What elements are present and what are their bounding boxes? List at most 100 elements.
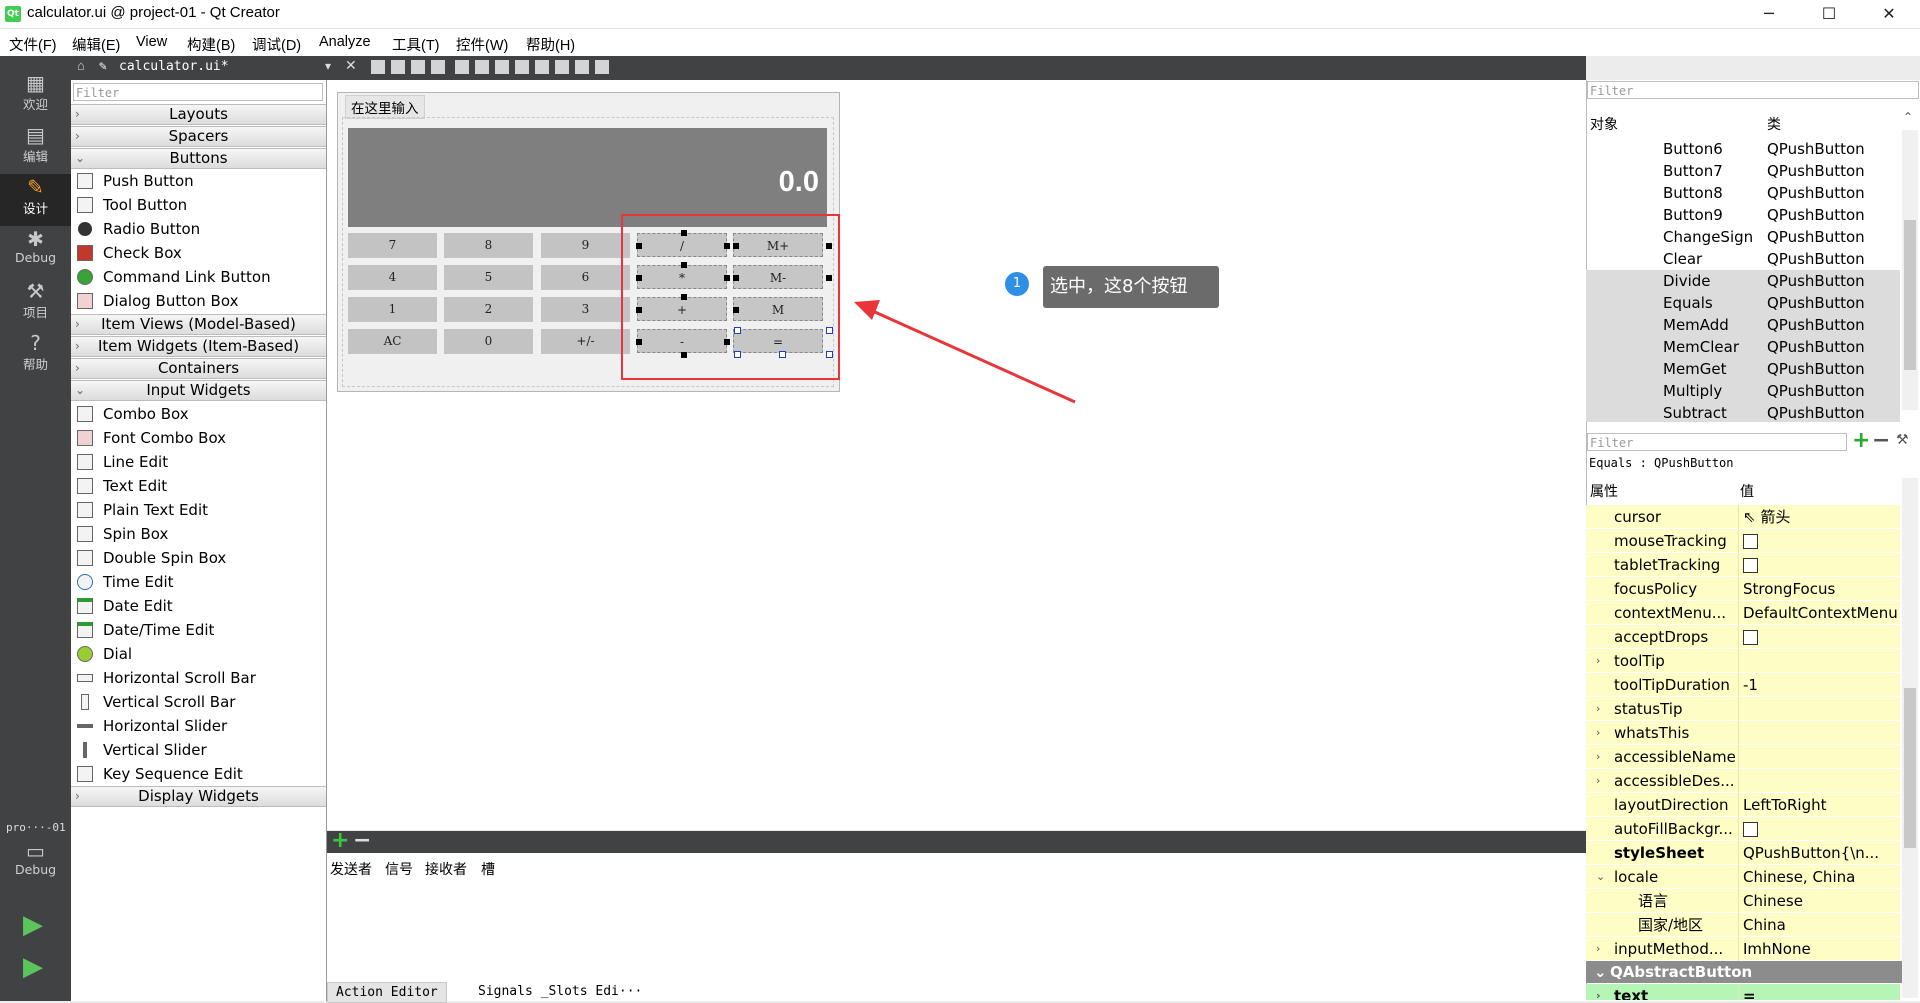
expand-icon[interactable]: › [1596, 769, 1600, 793]
layout-v-splitter-icon[interactable] [515, 60, 529, 74]
edit-buddies-icon[interactable] [411, 60, 425, 74]
object-row-selected[interactable]: MemClear QPushButton [1586, 336, 1900, 358]
maximize-button[interactable]: ☐ [1800, 0, 1858, 28]
object-row[interactable]: Clear QPushButton [1586, 248, 1900, 270]
accept-drops-checkbox[interactable] [1743, 630, 1758, 645]
prop-style-sheet[interactable]: styleSheet QPushButton{\n... [1586, 841, 1900, 865]
scroll-thumb[interactable] [1904, 220, 1916, 370]
category-input-widgets[interactable]: ⌄ Input Widgets [71, 380, 326, 401]
debug-run-icon[interactable]: ▶ [23, 952, 43, 982]
prop-mouse-tracking[interactable]: mouseTracking [1586, 529, 1900, 553]
layout-h-splitter-icon[interactable] [495, 60, 509, 74]
object-filter-input[interactable]: Filter [1587, 81, 1919, 99]
column-class[interactable]: 类 [1767, 114, 1781, 134]
menu-analyze[interactable]: Analyze [319, 34, 371, 50]
tab-action-editor[interactable]: Action Editor [327, 982, 447, 1003]
break-layout-icon[interactable] [575, 60, 589, 74]
expand-icon[interactable]: › [1596, 697, 1600, 721]
minimize-button[interactable]: ─ [1740, 0, 1798, 28]
object-row-selected[interactable]: Equals QPushButton [1586, 292, 1900, 314]
key-5[interactable]: 5 [444, 265, 533, 290]
close-tab-icon[interactable]: ✕ [345, 58, 357, 74]
editor-tab[interactable]: calculator.ui* [119, 59, 229, 74]
layout-horizontal-icon[interactable] [455, 60, 469, 74]
mode-help[interactable]: ? 帮助 [0, 330, 71, 382]
category-item-widgets[interactable]: › Item Widgets (Item-Based) [71, 336, 326, 357]
edit-widgets-icon[interactable] [371, 60, 385, 74]
prop-tablet-tracking[interactable]: tabletTracking [1586, 553, 1900, 577]
prop-tooltip-duration[interactable]: toolTipDuration -1 [1586, 673, 1900, 697]
display-label[interactable]: 0.0 [348, 128, 827, 227]
header-slot[interactable]: 槽 [481, 859, 495, 879]
column-object[interactable]: 对象 [1590, 114, 1618, 134]
object-row-selected[interactable]: MemGet QPushButton [1586, 358, 1900, 380]
key-7[interactable]: 7 [348, 233, 437, 258]
object-row[interactable]: Button9 QPushButton [1586, 204, 1900, 226]
header-signal[interactable]: 信号 [385, 859, 413, 879]
mode-edit[interactable]: ▤ 编辑 [0, 122, 71, 174]
key-clear[interactable]: AC [348, 329, 437, 354]
collapse-icon[interactable]: ⌄ [1594, 961, 1607, 983]
prop-accessible-description[interactable]: › accessibleDes... [1586, 769, 1900, 793]
key-2[interactable]: 2 [444, 297, 533, 322]
category-display-widgets[interactable]: › Display Widgets [71, 786, 326, 807]
close-button[interactable]: ✕ [1860, 0, 1918, 28]
expand-icon[interactable]: › [1596, 721, 1600, 745]
prop-accessible-name[interactable]: › accessibleName [1586, 745, 1900, 769]
mode-debug[interactable]: ✱ Debug [0, 226, 71, 278]
layout-grid-icon[interactable] [555, 60, 569, 74]
edit-signals-icon[interactable] [391, 60, 405, 74]
add-connection-button[interactable]: + [331, 828, 349, 853]
prop-locale[interactable]: ⌄ locale Chinese, China [1586, 865, 1900, 889]
type-here-hint[interactable]: 在这里输入 [345, 95, 425, 119]
prop-status-tip[interactable]: › statusTip [1586, 697, 1900, 721]
mouse-tracking-checkbox[interactable] [1743, 534, 1758, 549]
header-receiver[interactable]: 接收者 [425, 859, 467, 879]
category-layouts[interactable]: › Layouts [71, 104, 326, 125]
prop-whats-this[interactable]: › whatsThis [1586, 721, 1900, 745]
adjust-size-icon[interactable] [595, 60, 609, 74]
prop-country[interactable]: 国家/地区 China [1586, 913, 1900, 937]
menu-tools[interactable]: 工具(T) [392, 34, 440, 55]
remove-connection-button[interactable]: − [353, 828, 371, 853]
key-1[interactable]: 1 [348, 297, 437, 322]
layout-form-icon[interactable] [535, 60, 549, 74]
prop-language[interactable]: 语言 Chinese [1586, 889, 1900, 913]
prop-cursor[interactable]: cursor ⇖ 箭头 [1586, 505, 1900, 529]
menu-view[interactable]: View [136, 34, 167, 50]
scroll-thumb[interactable] [1904, 688, 1916, 848]
menu-edit[interactable]: 编辑(E) [72, 34, 120, 55]
key-9[interactable]: 9 [541, 233, 630, 258]
property-filter-input[interactable]: Filter [1587, 433, 1847, 451]
object-row-selected[interactable]: Divide QPushButton [1586, 270, 1900, 292]
layout-vertical-icon[interactable] [475, 60, 489, 74]
prop-tooltip[interactable]: › toolTip [1586, 649, 1900, 673]
run-icon[interactable]: ▶ [23, 910, 43, 940]
object-row[interactable]: Button6 QPushButton [1586, 138, 1900, 160]
expand-icon[interactable]: › [1596, 937, 1600, 961]
edit-tab-order-icon[interactable] [431, 60, 445, 74]
column-property[interactable]: 属性 [1590, 481, 1618, 501]
section-qabstractbutton[interactable]: ⌄ QAbstractButton [1586, 961, 1902, 983]
prop-context-menu[interactable]: contextMenu... DefaultContextMenu [1586, 601, 1900, 625]
key-4[interactable]: 4 [348, 265, 437, 290]
category-spacers[interactable]: › Spacers [71, 126, 326, 147]
menu-build[interactable]: 构建(B) [187, 34, 235, 55]
widget-filter-input[interactable]: Filter [73, 83, 323, 101]
collapse-icon[interactable]: ⌄ [1596, 865, 1605, 889]
property-scrollbar[interactable] [1902, 478, 1918, 998]
prop-input-method-hints[interactable]: › inputMethod... ImhNone [1586, 937, 1900, 961]
category-buttons[interactable]: ⌄ Buttons [71, 148, 326, 169]
menu-debug[interactable]: 调试(D) [252, 34, 301, 55]
mode-design[interactable]: ✎ 设计 [0, 174, 71, 226]
object-row-selected[interactable]: Multiply QPushButton [1586, 380, 1900, 402]
key-3[interactable]: 3 [541, 297, 630, 322]
kit-selector[interactable]: ▭ Debug [0, 838, 71, 890]
expand-icon[interactable]: › [1596, 745, 1600, 769]
tab-signals-slots[interactable]: Signals _Slots Edi··· [470, 982, 650, 1001]
key-0[interactable]: 0 [444, 329, 533, 354]
prop-layout-direction[interactable]: layoutDirection LeftToRight [1586, 793, 1900, 817]
tablet-tracking-checkbox[interactable] [1743, 558, 1758, 573]
prop-focus-policy[interactable]: focusPolicy StrongFocus [1586, 577, 1900, 601]
auto-fill-checkbox[interactable] [1743, 822, 1758, 837]
